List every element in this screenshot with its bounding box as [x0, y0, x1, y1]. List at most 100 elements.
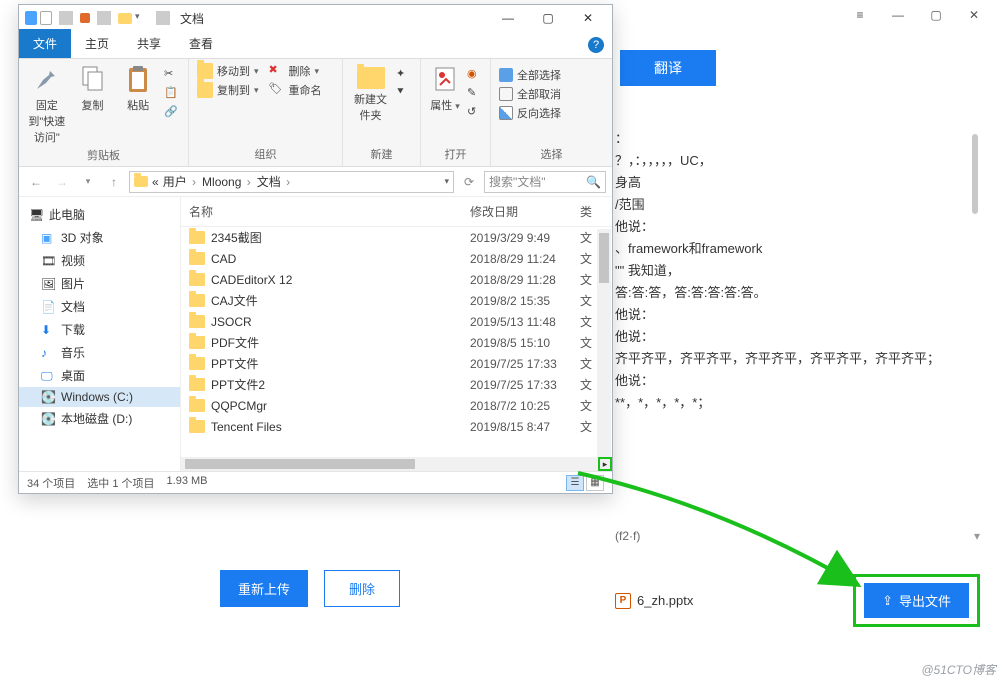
nav-recent-button[interactable]: ▾: [77, 171, 99, 193]
nav-back-button[interactable]: ←: [25, 171, 47, 193]
close-icon[interactable]: ✕: [966, 7, 982, 23]
status-bar: 34 个项目 选中 1 个项目 1.93 MB ☰ ▦: [19, 471, 612, 493]
explorer-titlebar[interactable]: ▾ 文档 — ▢ ✕: [19, 5, 612, 31]
paste-button[interactable]: 粘贴: [118, 63, 158, 113]
selection-size: 1.93 MB: [167, 475, 208, 491]
copy-button[interactable]: 复制: [73, 63, 113, 113]
copy-to-button[interactable]: 复制到: [197, 82, 259, 98]
table-row[interactable]: CAD2018/8/29 11:24文: [181, 248, 612, 269]
open-button[interactable]: ◉: [467, 67, 483, 83]
tab-home[interactable]: 主页: [71, 29, 123, 58]
table-row[interactable]: PPT文件2019/7/25 17:33文: [181, 353, 612, 374]
tab-view[interactable]: 查看: [175, 29, 227, 58]
table-row[interactable]: 2345截图2019/3/29 9:49文: [181, 227, 612, 248]
refresh-button[interactable]: ⟳: [458, 171, 480, 193]
table-row[interactable]: CADEditorX 122018/8/29 11:28文: [181, 269, 612, 290]
nav-tree[interactable]: 🖥此电脑 ▣3D 对象 🎞视频 🖼图片 📄文档 ⬇下载 ♪音乐 🖵桌面 💽Win…: [19, 197, 181, 471]
crumb-documents[interactable]: 文档: [257, 173, 292, 190]
copy-path-button[interactable]: 📋: [164, 86, 180, 102]
qat-icon-3[interactable]: [80, 13, 90, 23]
tree-desktop[interactable]: 🖵桌面: [19, 364, 180, 387]
pin-icon: [31, 63, 63, 95]
vertical-scrollbar[interactable]: [597, 229, 611, 457]
delete-ribbon-button[interactable]: ✖删除: [269, 63, 322, 79]
minimize-icon[interactable]: —: [890, 7, 906, 23]
new-item-button[interactable]: ✦: [396, 67, 412, 83]
col-modified[interactable]: 修改日期: [470, 203, 580, 220]
paste-shortcut-button[interactable]: 🔗: [164, 105, 180, 121]
folder-icon: [134, 176, 148, 187]
nav-forward-button[interactable]: →: [51, 171, 73, 193]
invert-selection-button[interactable]: 反向选择: [499, 105, 604, 121]
search-input[interactable]: 搜索"文档" 🔍: [484, 171, 606, 193]
details-view-button[interactable]: ☰: [566, 475, 584, 491]
close-button[interactable]: ✕: [568, 5, 608, 31]
folder-icon: [189, 315, 205, 328]
table-row[interactable]: QQPCMgr2018/7/2 10:25文: [181, 395, 612, 416]
translate-button[interactable]: 翻译: [620, 50, 716, 86]
table-row[interactable]: Tencent Files2019/8/15 8:47文: [181, 416, 612, 437]
properties-button[interactable]: 属性: [429, 63, 461, 113]
menu-icon[interactable]: ≡: [852, 7, 868, 23]
pin-quickaccess-button[interactable]: 固定到"快速访问": [27, 63, 67, 145]
table-row[interactable]: PDF文件2019/8/5 15:10文: [181, 332, 612, 353]
crumb-mloong[interactable]: Mloong: [202, 175, 253, 189]
breadcrumb[interactable]: « 用户 Mloong 文档 ▾: [129, 171, 454, 193]
scroll-right-arrow[interactable]: ▸: [598, 457, 612, 471]
quick-access-toolbar[interactable]: ▾: [25, 11, 174, 25]
scrollbar-thumb[interactable]: [599, 233, 609, 283]
nav-up-button[interactable]: ↑: [103, 171, 125, 193]
tree-drive-d[interactable]: 💽本地磁盘 (D:): [19, 407, 180, 430]
easy-access-icon: ⯆: [396, 86, 412, 102]
tree-pictures[interactable]: 🖼图片: [19, 272, 180, 295]
tree-3d-objects[interactable]: ▣3D 对象: [19, 226, 180, 249]
dropdown-icon[interactable]: ▾: [444, 176, 449, 187]
tree-drive-c[interactable]: 💽Windows (C:): [19, 387, 180, 407]
table-row[interactable]: CAJ文件2019/8/2 15:35文: [181, 290, 612, 311]
tab-share[interactable]: 共享: [123, 29, 175, 58]
scroll-down-icon[interactable]: ▾: [974, 529, 980, 543]
desktop-icon: 🖵: [41, 369, 55, 383]
footer-note: (f2·f): [615, 529, 980, 543]
delete-button[interactable]: 删除: [324, 570, 400, 607]
maximize-icon[interactable]: ▢: [928, 7, 944, 23]
new-folder-button[interactable]: 新建文件夹: [351, 63, 390, 123]
scrollbar-thumb[interactable]: [972, 134, 978, 214]
maximize-button[interactable]: ▢: [528, 5, 568, 31]
crumb-users[interactable]: 用户: [163, 173, 198, 190]
edit-button[interactable]: ✎: [467, 86, 483, 102]
tab-file[interactable]: 文件: [19, 29, 71, 58]
reupload-button[interactable]: 重新上传: [220, 570, 308, 607]
easy-access-button[interactable]: ⯆: [396, 86, 412, 102]
icons-view-button[interactable]: ▦: [586, 475, 604, 491]
table-row[interactable]: PPT文件22019/7/25 17:33文: [181, 374, 612, 395]
qat-dropdown-icon[interactable]: ▾: [135, 11, 149, 25]
column-headers[interactable]: 名称 修改日期 类: [181, 197, 612, 227]
tree-this-pc[interactable]: 🖥此电脑: [19, 203, 180, 226]
cut-button[interactable]: ✂: [164, 67, 180, 83]
table-row[interactable]: JSOCR2019/5/13 11:48文: [181, 311, 612, 332]
history-button[interactable]: ↺: [467, 105, 483, 121]
qat-icon-1[interactable]: [25, 11, 37, 25]
tree-documents[interactable]: 📄文档: [19, 295, 180, 318]
col-type[interactable]: 类: [580, 203, 604, 220]
horizontal-scrollbar[interactable]: ▸: [181, 457, 598, 471]
rename-button[interactable]: 🏷重命名: [269, 82, 322, 98]
select-none-button[interactable]: 全部取消: [499, 86, 604, 102]
qat-icon-2[interactable]: [40, 11, 52, 25]
watermark: @51CTO博客: [921, 661, 996, 678]
help-icon[interactable]: ?: [588, 37, 604, 53]
tree-videos[interactable]: 🎞视频: [19, 249, 180, 272]
properties-icon: [429, 63, 461, 95]
select-all-button[interactable]: 全部选择: [499, 67, 604, 83]
tree-music[interactable]: ♪音乐: [19, 341, 180, 364]
export-file-button[interactable]: ⇪ 导出文件: [864, 583, 969, 618]
folder-icon: [189, 231, 205, 244]
col-name[interactable]: 名称: [189, 203, 470, 220]
scrollbar-thumb[interactable]: [185, 459, 415, 469]
move-to-button[interactable]: 移动到: [197, 63, 259, 79]
minimize-button[interactable]: —: [488, 5, 528, 31]
tree-downloads[interactable]: ⬇下载: [19, 318, 180, 341]
cube-icon: ▣: [41, 231, 55, 245]
copy-icon: [77, 63, 109, 95]
